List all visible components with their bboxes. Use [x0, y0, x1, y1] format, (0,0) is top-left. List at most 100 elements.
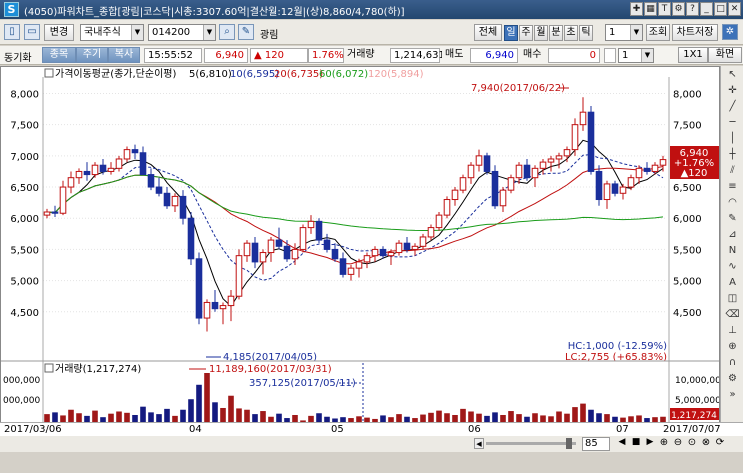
zoom-in-icon[interactable]: ⊕ [658, 437, 670, 450]
grid-icon[interactable]: ▦ [644, 2, 657, 16]
memo-icon[interactable]: ✎ [238, 24, 254, 40]
zoom-slider-track[interactable] [486, 442, 576, 445]
erase-icon[interactable]: ⌫ [724, 308, 741, 322]
candle-body [291, 248, 299, 260]
copy-button[interactable]: 복사 [108, 47, 140, 63]
price-axis-right-label: 4,500 [673, 308, 702, 319]
volume-bar [116, 411, 122, 422]
volume-bar [140, 406, 146, 422]
stock-button[interactable]: 종목 [42, 47, 76, 63]
candle-body [635, 167, 643, 179]
zoom-fit-icon[interactable]: ⊗ [700, 437, 712, 450]
quote-bar: 동기화 종목 주기 복사 15:55:52 6,940 ▲ 120 1.76% … [0, 46, 743, 65]
candle-body [379, 248, 387, 257]
zoom-icon[interactable]: ⊕ [724, 340, 741, 354]
candle-body [259, 252, 267, 263]
cross-line-icon[interactable]: ┼ [724, 148, 741, 162]
candle-body [459, 177, 467, 191]
candle-body [51, 211, 59, 214]
lookup-button[interactable]: 조회 [646, 24, 670, 41]
maximize-icon[interactable]: □ [714, 2, 727, 16]
horizontal-line-icon[interactable]: ─ [724, 116, 741, 130]
lock-icon[interactable]: ◫ [724, 292, 741, 306]
chart-checkbox[interactable] [604, 48, 616, 63]
volume-bar [564, 413, 570, 422]
minimize-icon[interactable]: _ [700, 2, 713, 16]
t-icon[interactable]: T [658, 2, 671, 16]
wave-icon[interactable]: ∿ [724, 260, 741, 274]
all-button[interactable]: 전체 [474, 24, 502, 41]
gear-icon[interactable]: ⚙ [672, 2, 685, 16]
close-icon[interactable]: ✕ [728, 2, 741, 16]
tab-minute[interactable]: 분 [549, 25, 563, 41]
play-icon[interactable]: ▶ [644, 437, 656, 450]
candle-body [299, 227, 307, 250]
vertical-line-icon[interactable]: │ [724, 132, 741, 146]
volume-bar [124, 412, 130, 422]
vol-axis-left-label: 000,000 [3, 396, 40, 406]
candle-body [75, 170, 83, 179]
volume-bar [180, 409, 186, 422]
folder-icon[interactable]: ▭ [24, 24, 40, 40]
ruler-icon[interactable]: ⊥ [724, 324, 741, 338]
period-count-select[interactable]: 1 ▼ [605, 24, 643, 41]
arc-icon[interactable]: ◠ [724, 196, 741, 210]
volume-bar [188, 399, 194, 422]
gann-icon[interactable]: ⊿ [724, 228, 741, 242]
bid-label: 매수 [520, 48, 548, 63]
ma5-legend: 5(6,810) [189, 69, 232, 80]
zoom-value-field[interactable]: 85 [582, 437, 610, 451]
settings-gear-icon[interactable]: ✲ [722, 24, 738, 40]
candle-body [611, 183, 619, 194]
plus-icon[interactable]: ✚ [630, 2, 643, 16]
scroll-left-icon[interactable]: ◀ [474, 438, 484, 449]
panel-toggle-icon[interactable]: ▯ [4, 24, 20, 40]
volume-bar [68, 409, 74, 422]
market-select[interactable]: 국내주식 ▼ [80, 24, 144, 41]
cursor-icon[interactable]: ↖ [724, 68, 741, 82]
chart-count-select[interactable]: 1 ▼ [618, 48, 654, 63]
candle-body [339, 258, 347, 275]
screen-button[interactable]: 화면 [708, 47, 742, 63]
layout-1x1-button[interactable]: 1X1 [678, 47, 708, 63]
rewind-icon[interactable]: ◀ [616, 437, 628, 450]
volume-bar [76, 413, 82, 422]
channel-icon[interactable]: ⫽ [724, 164, 741, 178]
trend-line-icon[interactable]: ╱ [724, 100, 741, 114]
zoom-out-icon[interactable]: ⊖ [672, 437, 684, 450]
tab-day[interactable]: 일 [504, 25, 518, 41]
zoom-slider-thumb[interactable] [566, 438, 572, 449]
cycle-button[interactable]: 주기 [76, 47, 108, 63]
candle-body [187, 217, 195, 260]
code-select[interactable]: 014200 ▼ [148, 24, 216, 41]
candle-body [523, 164, 531, 179]
candle-body [603, 183, 611, 201]
change-button[interactable]: 변경 [44, 24, 74, 41]
stop-icon[interactable]: ■ [630, 437, 642, 450]
chart-panel[interactable]: 8,0008,0007,5007,5007,0007,0006,5006,500… [0, 66, 727, 423]
more-icon[interactable]: » [724, 388, 741, 402]
zigzag-icon[interactable]: Ν [724, 244, 741, 258]
search-icon[interactable]: ⌕ [219, 24, 235, 40]
tab-month[interactable]: 월 [534, 25, 548, 41]
tab-second[interactable]: 초 [564, 25, 578, 41]
pen-icon[interactable]: ✎ [724, 212, 741, 226]
settings-icon[interactable]: ⚙ [724, 372, 741, 386]
magnet-icon[interactable]: ∩ [724, 356, 741, 370]
candle-body [427, 227, 435, 238]
crosshair-icon[interactable]: ✛ [724, 84, 741, 98]
hc-text: HC:1,000 (-12.59%) [568, 341, 667, 352]
tab-week[interactable]: 주 [519, 25, 533, 41]
refresh-icon[interactable]: ⟳ [714, 437, 726, 450]
price-volume-chart[interactable]: 8,0008,0007,5007,5007,0007,0006,5006,500… [1, 67, 727, 423]
tab-tick[interactable]: 틱 [579, 25, 593, 41]
zoom-reset-icon[interactable]: ⊙ [686, 437, 698, 450]
candle-body [403, 242, 411, 250]
price-axis-left-label: 4,500 [10, 308, 39, 319]
text-icon[interactable]: A [724, 276, 741, 290]
save-chart-button[interactable]: 차트저장 [672, 24, 718, 41]
fibonacci-icon[interactable]: ≡ [724, 180, 741, 194]
help-icon[interactable]: ? [686, 2, 699, 16]
price-axis-right-label: 5,500 [673, 245, 702, 256]
volume-bar [516, 414, 522, 422]
